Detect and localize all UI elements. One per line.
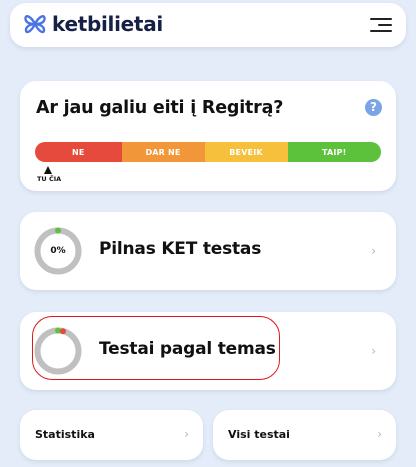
topic-progress-ring (34, 327, 82, 375)
app-header: ketbilietai (10, 3, 406, 47)
full-test-title: Pilnas KET testas (99, 239, 262, 259)
you-are-here-marker: TU ČIA (37, 166, 62, 183)
scale-segment-ne: NE (35, 142, 122, 162)
chevron-right-icon: › (377, 427, 382, 441)
brand-logo[interactable]: ketbilietai (23, 12, 163, 36)
progress-percent: 0% (50, 246, 66, 256)
scale-segment-beveik: BEVEIK (204, 142, 288, 162)
brand-name: ketbilietai (52, 12, 163, 36)
scale-segment-dar-ne: DAR NE (121, 142, 205, 162)
chevron-right-icon: › (184, 427, 189, 441)
hamburger-menu-icon[interactable] (370, 14, 392, 36)
full-ket-test-card[interactable]: 0% Pilnas KET testas › (20, 212, 396, 290)
triangle-up-icon (44, 166, 52, 174)
readiness-scale: NE DAR NE BEVEIK TAIP! (35, 142, 381, 162)
scale-segment-taip: TAIP! (287, 142, 381, 162)
chevron-right-icon: › (371, 244, 376, 258)
marker-label: TU ČIA (37, 175, 62, 183)
all-tests-label: Visi testai (228, 428, 290, 441)
statistics-button[interactable]: Statistika › (20, 410, 203, 460)
topic-tests-title: Testai pagal temas (99, 339, 276, 359)
readiness-card: Ar jau galiu eiti į Regitrą? ? NE DAR NE… (20, 81, 396, 191)
all-tests-button[interactable]: Visi testai › (213, 410, 396, 460)
statistics-label: Statistika (35, 428, 95, 441)
chevron-right-icon: › (371, 344, 376, 358)
butterfly-logo-icon (24, 15, 46, 34)
question-icon[interactable]: ? (365, 99, 382, 116)
readiness-title: Ar jau galiu eiti į Regitrą? (36, 98, 284, 118)
topic-tests-card[interactable]: Testai pagal temas › (20, 312, 396, 390)
